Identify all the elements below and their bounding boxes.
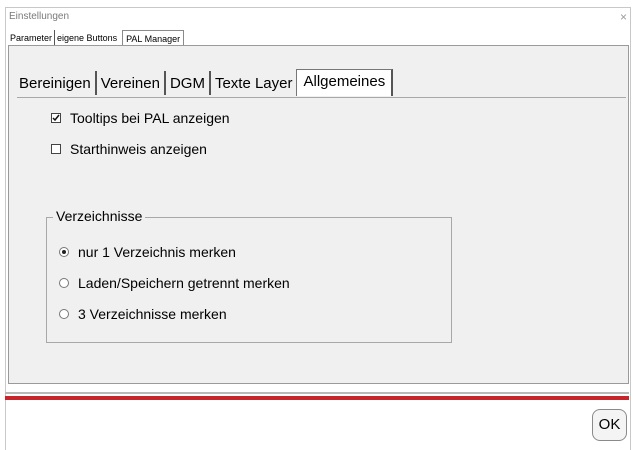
tab-parameter[interactable]: Parameter [8, 30, 56, 45]
tab-pal-manager[interactable]: PAL Manager [122, 30, 185, 46]
footer-divider [5, 392, 629, 394]
radio-option-1[interactable]: nur 1 Verzeichnis merken [59, 244, 236, 260]
radio-button-1[interactable] [59, 247, 69, 257]
tooltips-label: Tooltips bei PAL anzeigen [70, 110, 230, 126]
starthinweis-label: Starthinweis anzeigen [70, 141, 207, 157]
radio-label-2: Laden/Speichern getrennt merken [78, 275, 290, 291]
radio-button-2[interactable] [59, 278, 69, 288]
radio-label-3: 3 Verzeichnisse merken [78, 306, 227, 322]
checkmark-icon [52, 114, 60, 122]
starthinweis-option[interactable]: Starthinweis anzeigen [51, 141, 207, 157]
tab-dgm[interactable]: DGM [166, 71, 211, 95]
window-title: Einstellungen [9, 11, 70, 22]
tooltips-option[interactable]: Tooltips bei PAL anzeigen [51, 110, 230, 126]
allgemeines-content: Tooltips bei PAL anzeigen Starthinweis a… [17, 97, 626, 382]
inner-tab-bar: Bereinigen Vereinen DGM Texte Layer Allg… [15, 69, 394, 97]
settings-window: Einstellungen × Parameter eigene Buttons… [5, 7, 631, 450]
starthinweis-checkbox[interactable] [51, 144, 61, 154]
tooltips-checkbox[interactable] [51, 113, 61, 123]
ok-button[interactable]: OK [592, 409, 627, 441]
accent-bar [5, 396, 629, 400]
outer-tab-bar: Parameter eigene Buttons PAL Manager [8, 30, 185, 46]
tab-eigene-buttons[interactable]: eigene Buttons [55, 30, 119, 45]
radio-option-3[interactable]: 3 Verzeichnisse merken [59, 306, 227, 322]
tab-allgemeines[interactable]: Allgemeines [296, 69, 394, 96]
verzeichnisse-group: Verzeichnisse nur 1 Verzeichnis merken L… [46, 208, 452, 343]
tab-bereinigen[interactable]: Bereinigen [15, 71, 97, 95]
pal-manager-panel: Bereinigen Vereinen DGM Texte Layer Allg… [8, 45, 629, 384]
tab-texte-layer[interactable]: Texte Layer [211, 71, 297, 95]
tab-vereinen[interactable]: Vereinen [97, 71, 166, 95]
radio-option-2[interactable]: Laden/Speichern getrennt merken [59, 275, 290, 291]
radio-label-1: nur 1 Verzeichnis merken [78, 244, 236, 260]
radio-button-3[interactable] [59, 309, 69, 319]
verzeichnisse-label: Verzeichnisse [53, 208, 146, 224]
close-icon[interactable]: × [620, 10, 627, 24]
